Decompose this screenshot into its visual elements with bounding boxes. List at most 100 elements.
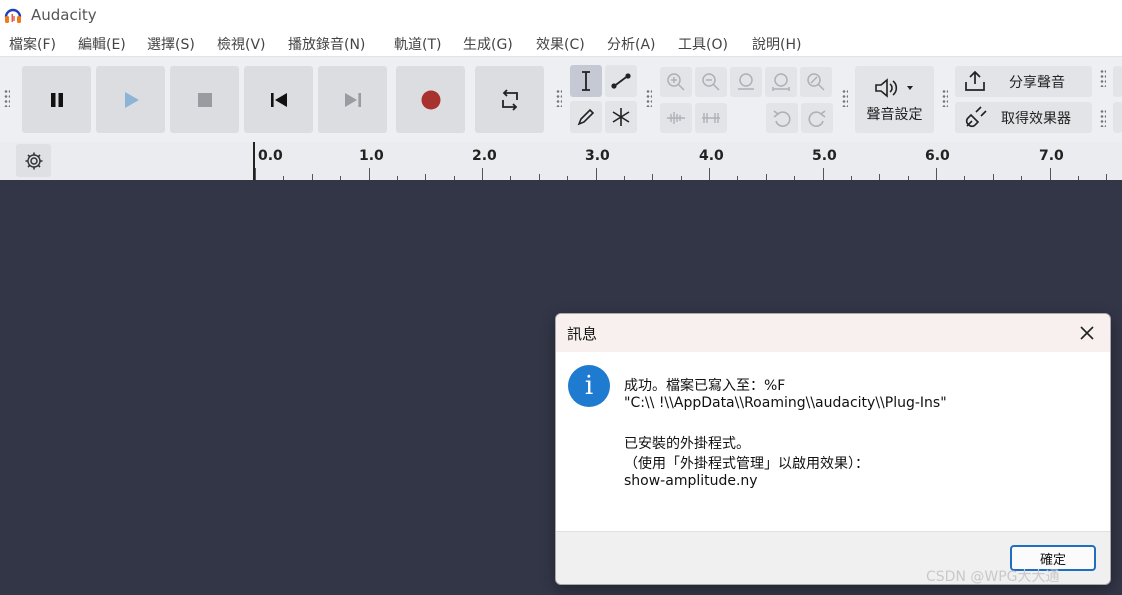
pause-icon — [50, 92, 63, 107]
dialog-message-line: "C:\\ !\\AppData\\Roaming\\audacity\\Plu… — [624, 395, 947, 411]
menu-tools[interactable]: 工具(O) — [678, 34, 728, 54]
toolbar-grip[interactable] — [842, 89, 848, 107]
loop-icon — [501, 88, 518, 111]
ruler-tick — [1049, 168, 1051, 180]
menu-select[interactable]: 選擇(S) — [147, 34, 195, 54]
share-audio-button[interactable]: 分享聲音 — [955, 66, 1092, 97]
multi-tool-icon — [612, 108, 630, 126]
fit-project-button[interactable] — [765, 67, 797, 97]
ruler-label: 2.0 — [472, 148, 497, 164]
skip-to-end-button[interactable] — [318, 66, 387, 133]
audio-setup-label: 聲音設定 — [866, 106, 923, 123]
record-icon — [421, 90, 440, 109]
fit-project-icon — [772, 73, 790, 91]
menu-transport[interactable]: 播放錄音(N) — [288, 34, 365, 54]
dialog-message-line: show-amplitude.ny — [624, 473, 758, 489]
toolbar-grip[interactable] — [646, 89, 652, 107]
ruler-tick — [482, 168, 483, 180]
timeline-settings-button[interactable] — [16, 144, 51, 177]
ruler-label: 5.0 — [812, 148, 837, 164]
app-title: Audacity — [31, 6, 97, 24]
selection-tool-button[interactable] — [570, 65, 602, 97]
trim-audio-icon — [667, 112, 685, 124]
skip-end-icon — [344, 92, 361, 107]
plug-icon — [965, 106, 987, 128]
ruler-label: 7.0 — [1039, 148, 1064, 164]
get-effects-button[interactable]: 取得效果器 — [955, 102, 1092, 133]
dialog-title: 訊息 — [567, 325, 598, 343]
dialog-title-bar: 訊息 — [556, 314, 1110, 352]
zoom-toggle-icon — [807, 73, 825, 91]
menu-edit[interactable]: 編輯(E) — [78, 34, 126, 54]
envelope-tool-button[interactable] — [605, 65, 637, 97]
dialog-message-line: 成功。檔案已寫入至：%F — [624, 378, 786, 394]
zoom-out-button[interactable] — [695, 67, 727, 97]
menu-effect[interactable]: 效果(C) — [536, 34, 585, 54]
redo-icon — [808, 110, 826, 127]
gear-icon — [25, 152, 42, 169]
share-icon — [965, 70, 985, 91]
pause-button[interactable] — [22, 66, 91, 133]
draw-tool-button[interactable] — [570, 101, 602, 133]
ruler-label: 1.0 — [359, 148, 384, 164]
info-glyph: i — [584, 371, 594, 401]
timeline-ruler[interactable]: 0.0 1.0 2.0 3.0 4.0 5.0 6.0 7.0 — [253, 142, 1122, 180]
toolbar-grip[interactable] — [1100, 69, 1106, 87]
timeline-bar: 0.0 1.0 2.0 3.0 4.0 5.0 6.0 7.0 — [0, 142, 1122, 182]
menu-view[interactable]: 檢視(V) — [217, 34, 266, 54]
trim-audio-button[interactable] — [660, 103, 692, 133]
toolbar-overflow[interactable] — [1113, 66, 1122, 97]
zoom-out-icon — [702, 73, 720, 91]
skip-start-icon — [270, 92, 287, 107]
ruler-tick — [822, 168, 824, 180]
audio-setup-button[interactable]: 聲音設定 — [855, 66, 934, 133]
dialog-close-button[interactable] — [1074, 320, 1100, 346]
toolbar-grip[interactable] — [1100, 109, 1106, 127]
record-button[interactable] — [396, 66, 465, 133]
audacity-logo-icon — [4, 8, 22, 23]
toolbar-grip[interactable] — [4, 89, 10, 107]
toolbar-overflow[interactable] — [1113, 102, 1122, 133]
zoom-toggle-button[interactable] — [800, 67, 832, 97]
speaker-icon — [874, 77, 913, 98]
close-icon — [1080, 326, 1094, 340]
dialog-message-line: 已安裝的外掛程式。 — [624, 436, 750, 452]
play-button[interactable] — [96, 66, 165, 133]
draw-tool-icon — [577, 108, 595, 126]
undo-button[interactable] — [766, 103, 798, 133]
share-audio-label: 分享聲音 — [1009, 75, 1065, 91]
fit-selection-button[interactable] — [730, 67, 762, 97]
loop-button[interactable] — [475, 66, 544, 133]
multi-tool-button[interactable] — [605, 101, 637, 133]
silence-audio-button[interactable] — [695, 103, 727, 133]
menu-tracks[interactable]: 軌道(T) — [394, 34, 441, 54]
info-icon: i — [568, 365, 610, 407]
dialog-message-line: （使用「外掛程式管理」以啟用效果）： — [624, 456, 869, 472]
ruler-label: 4.0 — [699, 148, 724, 164]
envelope-tool-icon — [611, 73, 631, 89]
toolbar-grip[interactable] — [942, 89, 948, 107]
ruler-tick — [936, 168, 937, 180]
watermark: CSDN @WPG大大通 — [926, 569, 1060, 585]
chevron-down-icon — [906, 85, 913, 90]
stop-icon — [197, 92, 212, 107]
zoom-in-button[interactable] — [660, 67, 692, 97]
ruler-tick — [255, 168, 256, 180]
redo-button[interactable] — [801, 103, 833, 133]
ruler-label: 0.0 — [258, 148, 283, 164]
play-icon — [124, 91, 139, 108]
stop-button[interactable] — [170, 66, 239, 133]
title-bar: Audacity — [0, 0, 1122, 30]
menu-file[interactable]: 檔案(F) — [9, 34, 56, 54]
menu-help[interactable]: 說明(H) — [752, 34, 801, 54]
toolbar: 聲音設定 分享聲音 取得效果器 — [0, 56, 1122, 143]
silence-audio-icon — [702, 113, 720, 123]
fit-selection-icon — [738, 73, 754, 90]
ruler-tick — [595, 168, 597, 180]
message-dialog: 訊息 i 成功。檔案已寫入至：%F "C:\\ !\\AppData\\Roam… — [555, 313, 1111, 585]
menu-analyze[interactable]: 分析(A) — [607, 34, 656, 54]
skip-to-start-button[interactable] — [244, 66, 313, 133]
toolbar-grip[interactable] — [556, 89, 562, 107]
zoom-in-icon — [667, 73, 685, 91]
menu-generate[interactable]: 生成(G) — [463, 34, 513, 54]
